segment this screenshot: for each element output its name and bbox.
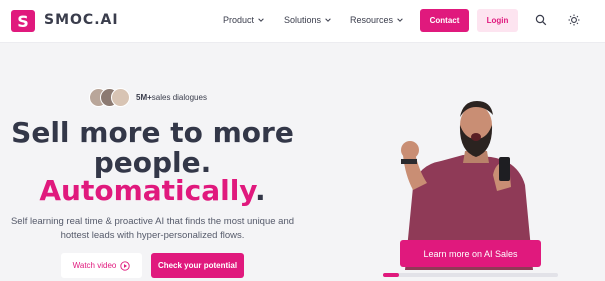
badge-label: sales dialogues bbox=[151, 93, 207, 102]
nav-resources-label: Resources bbox=[350, 15, 394, 25]
logo-wordmark[interactable]: SMOC.AI bbox=[44, 12, 119, 28]
top-navbar: S SMOC.AI Product Solutions Resources Co… bbox=[0, 0, 605, 43]
slider-progress-fill bbox=[383, 273, 399, 277]
hero-description-line-2: hottest leads with hyper-personalized fl… bbox=[60, 230, 245, 241]
social-proof-badge: 5M+sales dialogues bbox=[136, 93, 207, 102]
headline-line-3: Automatically. bbox=[0, 175, 305, 207]
watch-video-label: Watch video bbox=[72, 261, 117, 270]
nav-resources[interactable]: Resources bbox=[350, 15, 404, 25]
check-potential-button[interactable]: Check your potential bbox=[151, 253, 244, 278]
nav-solutions[interactable]: Solutions bbox=[284, 15, 332, 25]
search-icon[interactable] bbox=[535, 14, 547, 26]
badge-count: 5M+ bbox=[136, 93, 152, 102]
headline-line-1: Sell more to more bbox=[11, 116, 294, 149]
nav-product-label: Product bbox=[223, 15, 255, 25]
sun-icon[interactable] bbox=[568, 14, 580, 26]
contact-button[interactable]: Contact bbox=[420, 9, 469, 32]
headline-period: . bbox=[255, 174, 266, 207]
chevron-down-icon bbox=[397, 18, 403, 22]
logo-mark[interactable]: S bbox=[11, 10, 35, 32]
nav-product[interactable]: Product bbox=[223, 15, 265, 25]
watch-video-button[interactable]: Watch video bbox=[61, 253, 142, 278]
nav-solutions-label: Solutions bbox=[284, 15, 322, 25]
avatar-group bbox=[89, 88, 135, 108]
chevron-down-icon bbox=[325, 18, 331, 22]
headline-highlight: Automatically bbox=[39, 174, 255, 207]
play-circle-icon bbox=[120, 260, 131, 271]
login-button[interactable]: Login bbox=[477, 9, 518, 32]
slider-progress bbox=[383, 273, 558, 277]
avatar bbox=[111, 88, 130, 107]
learn-more-button[interactable]: Learn more on AI Sales bbox=[400, 240, 541, 267]
hero-description-line-1: Self learning real time & proactive AI t… bbox=[10, 216, 295, 227]
chevron-down-icon bbox=[258, 18, 264, 22]
